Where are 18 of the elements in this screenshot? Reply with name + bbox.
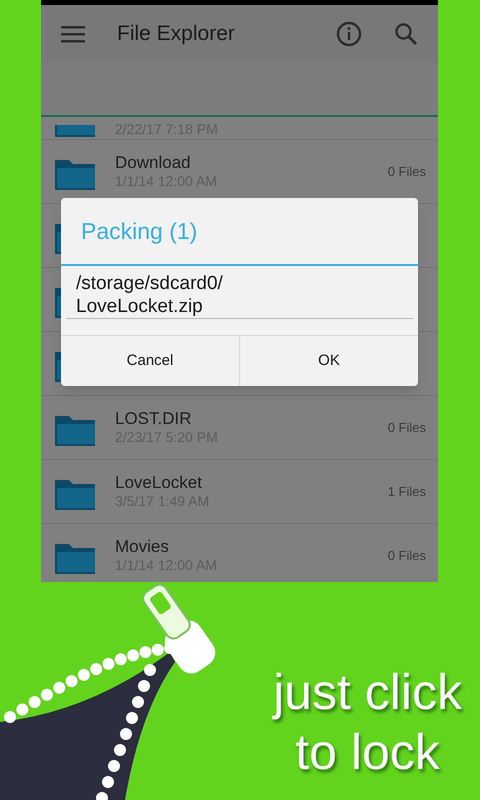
folder-name: LOST.DIR	[115, 408, 193, 430]
path-input[interactable]: /storage/sdcard0/ LoveLocket.zip	[66, 272, 413, 319]
promo-slogan: just click	[273, 663, 462, 722]
folder-name: Download	[115, 152, 192, 174]
file-count: 1 Files	[388, 482, 426, 501]
app-title: File Explorer	[117, 21, 236, 48]
info-icon[interactable]	[336, 21, 362, 47]
promo-slogan: to lock	[295, 723, 440, 782]
folder-name: Movies	[115, 536, 170, 558]
dialog-title: Packing (1)	[81, 216, 198, 246]
file-count: 0 Files	[388, 162, 426, 181]
dialog-button[interactable]: OK	[239, 336, 418, 386]
file-count: 0 Files	[388, 418, 426, 437]
file-count: 0 Files	[388, 546, 426, 565]
menu-icon[interactable]	[61, 25, 85, 43]
dialog-button[interactable]: Cancel	[61, 336, 239, 386]
search-icon[interactable]	[394, 22, 418, 46]
folder-name: LoveLocket	[115, 472, 203, 494]
